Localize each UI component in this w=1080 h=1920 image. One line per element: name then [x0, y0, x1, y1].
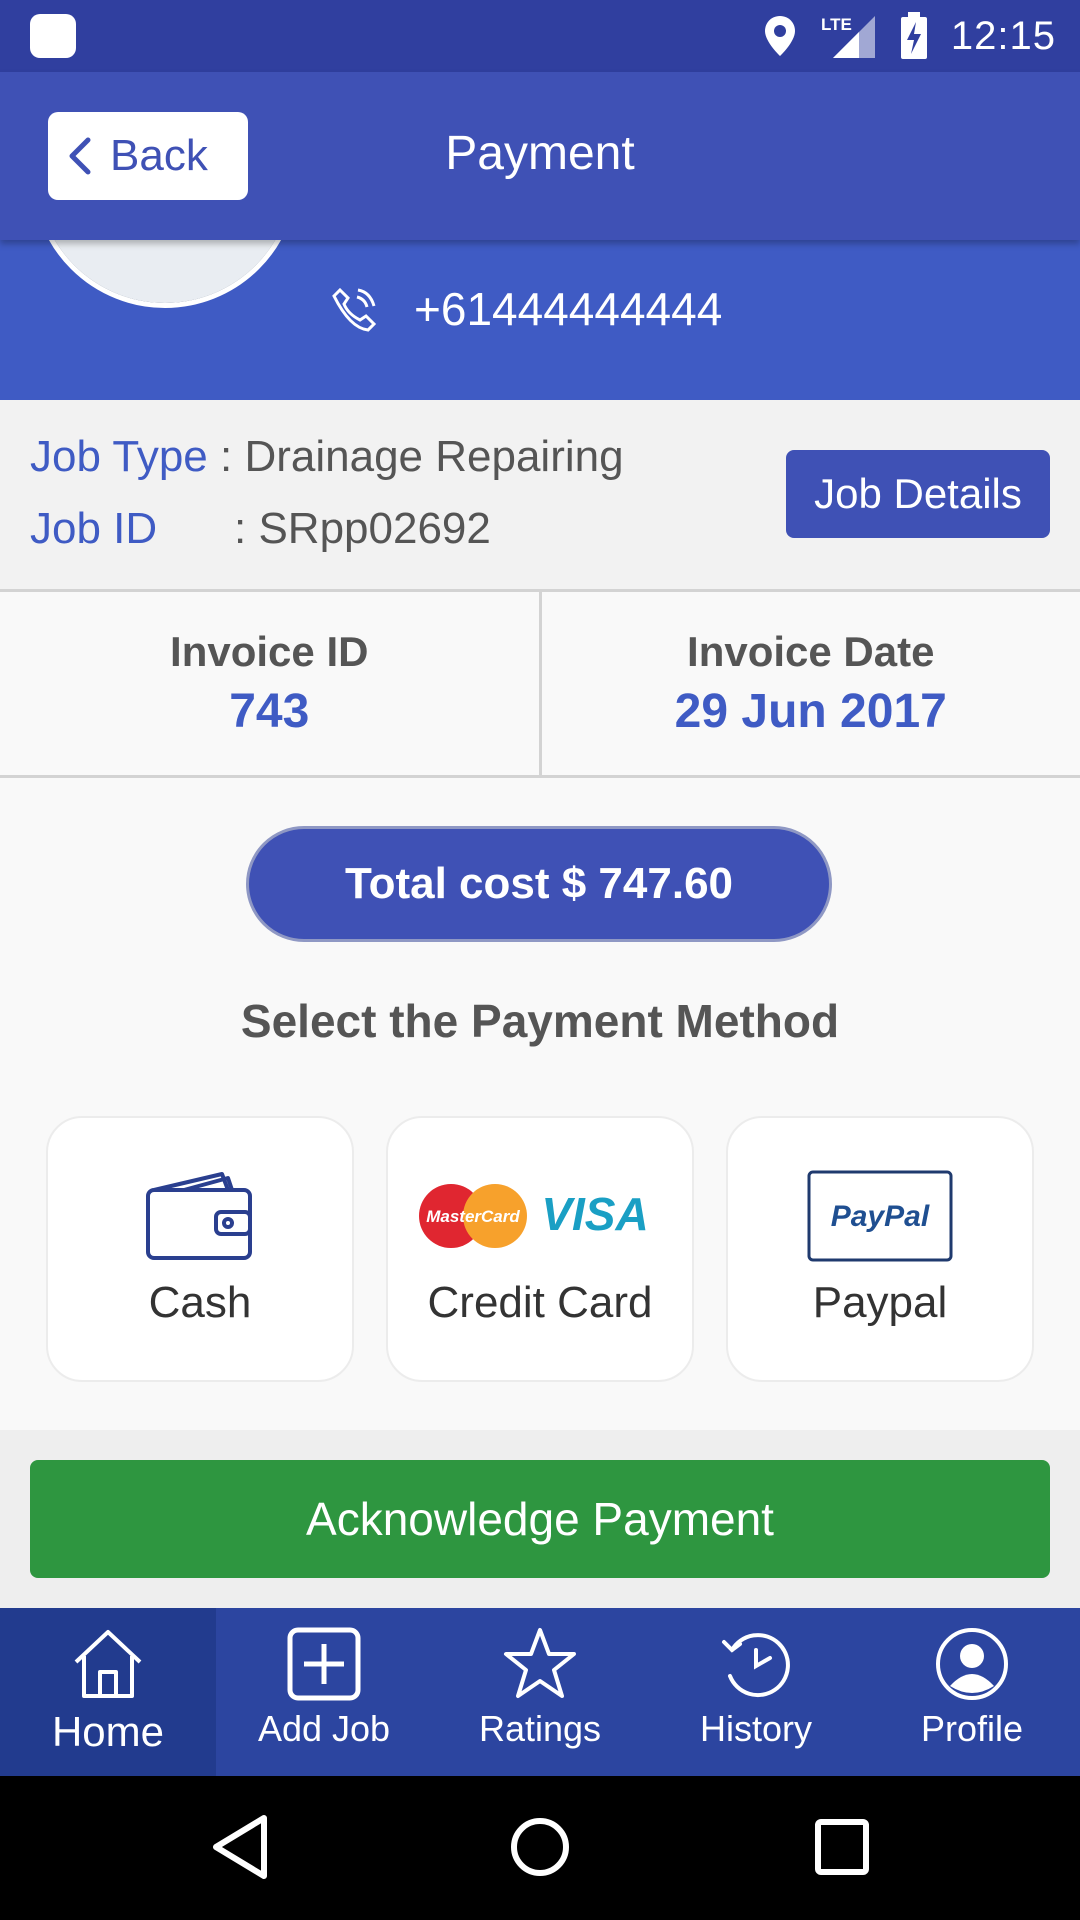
wallet-icon	[146, 1172, 252, 1260]
add-job-icon	[287, 1627, 361, 1701]
bottom-navigation: Home Add Job Ratings History Profile	[0, 1608, 1080, 1776]
job-type-label: Job Type	[30, 432, 208, 481]
phone-call-icon	[332, 287, 377, 332]
star-icon	[504, 1628, 576, 1698]
home-circle-icon[interactable]	[508, 1812, 572, 1882]
job-id-value: : SRpp02692	[234, 504, 491, 553]
payment-section: Total cost $ 747.60 Select the Payment M…	[0, 778, 1080, 1430]
history-icon	[722, 1633, 790, 1698]
job-info-section: Job Type : Drainage Repairing Job ID : SR…	[0, 400, 1080, 592]
job-type-value: : Drainage Repairing	[220, 432, 624, 481]
signal-icon: LTE	[821, 15, 875, 58]
network-type-label: LTE	[821, 15, 852, 34]
invoice-date-value: 29 Jun 2017	[674, 685, 947, 738]
nav-item-ratings[interactable]: Ratings	[432, 1608, 648, 1776]
nav-label-profile: Profile	[920, 1708, 1024, 1749]
invoice-id-label: Invoice ID	[170, 628, 369, 675]
cash-label: Cash	[148, 1278, 252, 1327]
nav-item-profile[interactable]: Profile	[864, 1608, 1080, 1776]
notification-app-icon	[30, 14, 76, 58]
status-bar: LTE 12:15	[0, 0, 1080, 72]
contact-phone-row[interactable]: +61444444444	[330, 282, 722, 336]
credit-card-label: Credit Card	[427, 1278, 653, 1327]
payment-method-credit-card[interactable]: MasterCard VISA Credit Card	[386, 1116, 694, 1382]
nav-label-ratings: Ratings	[478, 1708, 602, 1749]
job-details-button[interactable]: Job Details	[786, 450, 1050, 538]
paypal-label: Paypal	[812, 1278, 948, 1327]
invoice-date-label: Invoice Date	[687, 628, 935, 675]
payment-method-heading: Select the Payment Method	[240, 995, 840, 1047]
nav-item-history[interactable]: History	[648, 1608, 864, 1776]
battery-charging-icon	[900, 12, 927, 59]
nav-label-home: Home	[51, 1708, 165, 1755]
android-navigation-bar	[0, 1776, 1080, 1920]
nav-label-history: History	[699, 1708, 812, 1749]
customer-phone: +61444444444	[414, 283, 723, 335]
nav-label-add-job: Add Job	[257, 1708, 391, 1749]
nav-item-home[interactable]: Home	[0, 1608, 216, 1776]
invoice-summary: Invoice ID 743 Invoice Date 29 Jun 2017	[0, 592, 1080, 778]
mastercard-visa-logo: MasterCard VISA	[419, 1184, 649, 1248]
profile-icon	[936, 1628, 1008, 1700]
status-time: 12:15	[950, 13, 1056, 58]
job-id-row: Job ID : SRpp02692	[30, 504, 491, 554]
payment-method-cash[interactable]: Cash	[46, 1116, 354, 1382]
invoice-date-cell: Invoice Date 29 Jun 2017	[538, 592, 1080, 775]
back-triangle-icon[interactable]	[210, 1812, 270, 1882]
status-icons: LTE 12:15	[763, 0, 1056, 72]
invoice-id-cell: Invoice ID 743	[0, 592, 539, 775]
invoice-id-value: 743	[229, 685, 310, 738]
paypal-text: PayPal	[831, 1200, 930, 1233]
acknowledge-payment-button[interactable]: Acknowledge Payment	[30, 1460, 1050, 1578]
payment-method-paypal[interactable]: PayPal Paypal	[726, 1116, 1034, 1382]
total-cost-badge: Total cost $ 747.60	[246, 826, 832, 942]
mastercard-text: MasterCard	[426, 1207, 520, 1226]
paypal-logo: PayPal	[807, 1170, 953, 1262]
job-type-row: Job Type : Drainage Repairing	[30, 432, 624, 482]
acknowledge-area: Acknowledge Payment	[0, 1430, 1080, 1608]
page-title: Payment	[445, 127, 635, 180]
app-bar: Back Payment	[0, 72, 1080, 240]
location-icon	[764, 16, 795, 56]
job-id-label: Job ID	[30, 504, 158, 553]
home-icon	[74, 1630, 142, 1698]
nav-item-add-job[interactable]: Add Job	[216, 1608, 432, 1776]
visa-text: VISA	[541, 1188, 648, 1240]
recents-square-icon[interactable]	[812, 1812, 872, 1882]
